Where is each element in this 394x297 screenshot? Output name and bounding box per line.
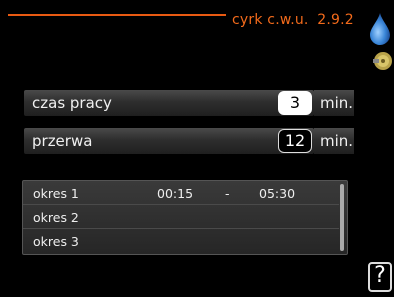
pause-value[interactable]: 12: [278, 129, 312, 153]
setting-row-pause[interactable]: przerwa: [24, 128, 314, 154]
schedule-row-period-1[interactable]: okres 1 00:15 - 05:30: [23, 181, 339, 205]
menu-title: cyrk c.w.u. 2.9.2: [232, 12, 354, 28]
operating-time-value[interactable]: 3: [278, 91, 312, 115]
period-dash: -: [225, 186, 230, 201]
period-label: okres 3: [33, 234, 79, 249]
period-end: 05:30: [259, 186, 296, 201]
pause-unit: min.: [320, 132, 354, 150]
operating-time-label: czas pracy: [32, 94, 112, 112]
header-line: [8, 14, 226, 16]
menu-title-text: cyrk c.w.u.: [232, 12, 309, 28]
period-label: okres 2: [33, 210, 79, 225]
schedule-list: okres 1 00:15 - 05:30 okres 2 okres 3: [22, 180, 348, 255]
water-drop-icon: [370, 13, 390, 45]
schedule-row-period-3[interactable]: okres 3: [23, 229, 339, 253]
schedule-scrollbar[interactable]: [340, 184, 344, 251]
period-label: okres 1: [33, 186, 79, 201]
period-start: 00:15: [157, 186, 194, 201]
setting-row-operating-time[interactable]: czas pracy: [24, 90, 314, 116]
operating-time-unit: min.: [320, 94, 354, 112]
hot-water-icon: [373, 52, 392, 70]
schedule-row-period-2[interactable]: okres 2: [23, 205, 339, 229]
help-button[interactable]: ?: [368, 262, 392, 292]
pause-label: przerwa: [32, 132, 93, 150]
menu-number: 2.9.2: [317, 12, 354, 28]
